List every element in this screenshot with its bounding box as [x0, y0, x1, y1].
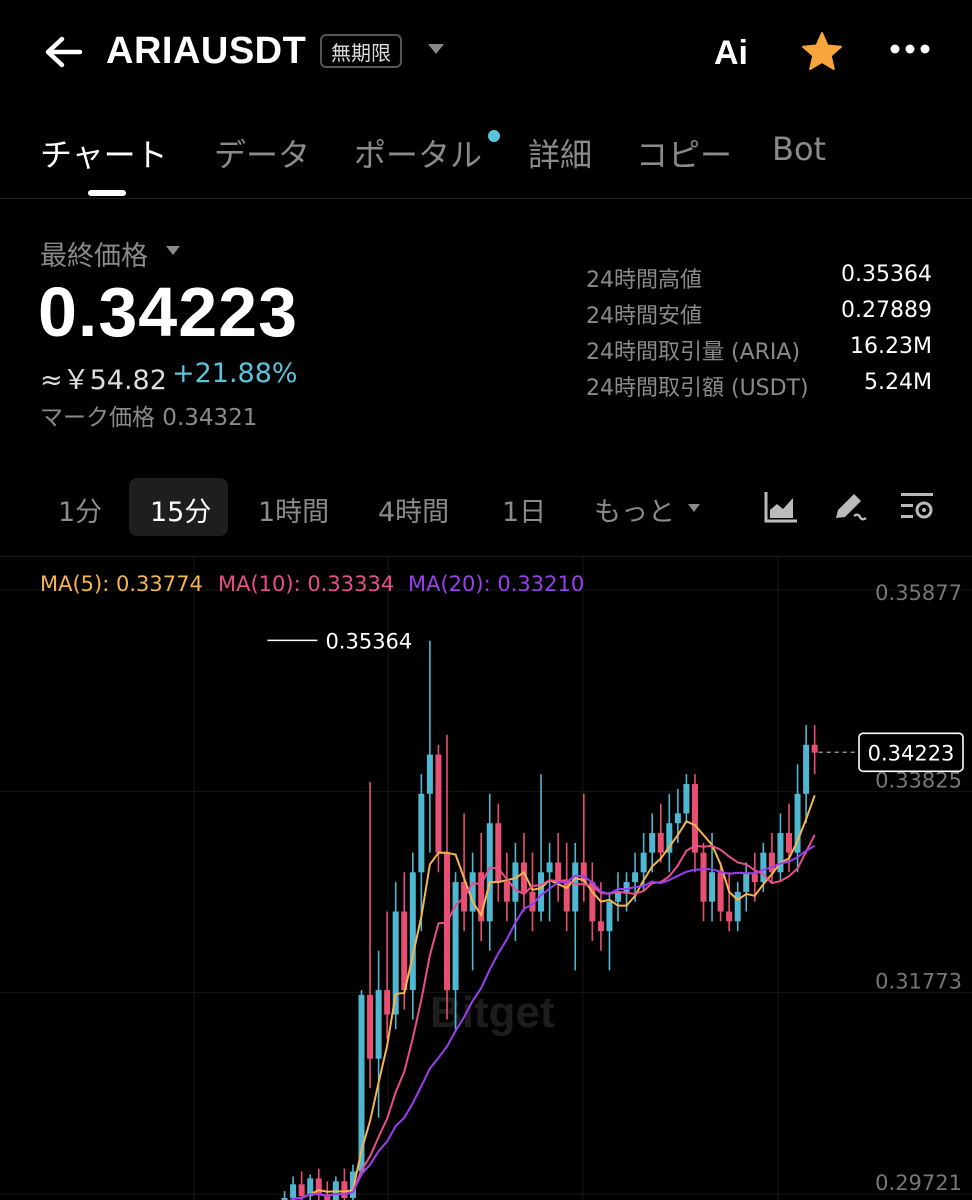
candle-body [768, 852, 775, 873]
timeframe-more[interactable]: もっと [594, 490, 675, 529]
candle-body [640, 852, 647, 873]
candle-body [503, 882, 510, 902]
candle-body [426, 754, 433, 794]
current-price-tag-label: 0.34223 [868, 741, 955, 765]
candle-body [435, 754, 442, 853]
contract-type-badge: 無期限 [320, 34, 402, 68]
candle-body [418, 793, 425, 873]
tab-copy[interactable]: コピー [636, 130, 732, 176]
chart-type-icon[interactable] [762, 488, 800, 526]
candle-body [811, 744, 818, 753]
timeframe-4h[interactable]: 4時間 [378, 490, 449, 529]
candle-body [384, 990, 391, 1015]
tab-bot[interactable]: Bot [772, 130, 826, 168]
candle-body [743, 872, 750, 892]
candle-body [803, 744, 810, 794]
candle-body [597, 921, 604, 932]
candle-body [683, 783, 690, 814]
tab-chart[interactable]: チャート [40, 130, 168, 176]
candle-body [401, 911, 408, 991]
symbol-title[interactable]: ARIAUSDT [106, 30, 306, 73]
candle-body [512, 862, 519, 902]
candle-body [572, 862, 579, 912]
stat-value-turnover: 5.24M [864, 370, 932, 395]
last-price-label[interactable]: 最終価格 [40, 234, 148, 273]
candle-body [367, 994, 374, 1059]
candle-body [546, 862, 553, 873]
candle-body [649, 833, 656, 853]
candle-body [726, 911, 733, 922]
candle-body [495, 823, 502, 883]
ai-button[interactable]: Ai [714, 34, 748, 73]
stat-value-high: 0.35364 [841, 262, 932, 287]
fiat-price: ≈￥54.82 [40, 365, 167, 396]
stat-value-low: 0.27889 [841, 298, 932, 323]
candle-body [674, 813, 681, 824]
candle-body [632, 872, 639, 883]
candle-body [623, 882, 630, 892]
indicator-settings-icon[interactable] [898, 488, 936, 526]
timeframe-1h[interactable]: 1時間 [258, 490, 329, 529]
mark-price: マーク価格 0.34321 [40, 405, 258, 431]
candle-body [734, 891, 741, 922]
watermark: Bitget [430, 988, 555, 1037]
candle-body [290, 1184, 297, 1199]
dropdown-caret-icon[interactable] [428, 44, 444, 54]
timeframe-1m[interactable]: 1分 [58, 490, 102, 529]
candlestick-chart[interactable]: 0.358770.338250.317730.29721Bitget0.3536… [0, 557, 972, 1200]
candle-body [606, 901, 613, 932]
stat-value-volume: 16.23M [850, 334, 932, 359]
candle-body [298, 1184, 305, 1197]
star-icon[interactable] [800, 30, 844, 74]
candle-body [657, 833, 664, 853]
ma10-label: MA(10): 0.33334 [218, 572, 395, 596]
stat-label-high: 24時間高値 [586, 268, 702, 293]
more-icon[interactable] [886, 34, 934, 64]
ma5-label: MA(5): 0.33774 [40, 572, 203, 596]
y-axis-label: 0.35877 [875, 581, 962, 605]
y-axis-label: 0.29721 [875, 1171, 962, 1195]
stat-label-low: 24時間安値 [586, 304, 702, 329]
stat-label-volume: 24時間取引量 (ARIA) [586, 340, 801, 365]
tab-portal[interactable]: ポータル [354, 130, 482, 176]
active-tab-indicator [88, 190, 126, 196]
stat-label-turnover: 24時間取引額 (USDT) [586, 376, 809, 401]
candle-body [555, 862, 562, 883]
timeframe-15m[interactable]: 15分 [150, 490, 211, 529]
candle-body [709, 872, 716, 902]
more-caret-icon [688, 504, 700, 512]
notification-dot [488, 130, 500, 142]
tab-data[interactable]: データ [214, 130, 310, 176]
draw-tool-icon[interactable] [830, 488, 868, 526]
timeframe-1d[interactable]: 1日 [502, 490, 546, 529]
candle-body [409, 872, 416, 991]
candle-body [691, 783, 698, 853]
divider [0, 198, 972, 199]
candle-body [341, 1181, 348, 1199]
ma20-label: MA(20): 0.33210 [408, 572, 585, 596]
candle-body [700, 852, 707, 902]
back-arrow-icon[interactable] [40, 28, 88, 76]
y-axis-label: 0.31773 [875, 970, 962, 994]
candle-body [375, 990, 382, 1059]
price-type-caret-icon[interactable] [166, 246, 180, 255]
price-change-percent: +21.88% [172, 358, 298, 389]
high-marker-label: 0.35364 [325, 629, 412, 653]
candle-body [786, 833, 792, 853]
tab-details[interactable]: 詳細 [528, 130, 592, 176]
last-price: 0.34223 [38, 273, 299, 351]
candle-body [717, 872, 724, 912]
candle-body [538, 872, 545, 912]
candle-body [452, 882, 459, 991]
